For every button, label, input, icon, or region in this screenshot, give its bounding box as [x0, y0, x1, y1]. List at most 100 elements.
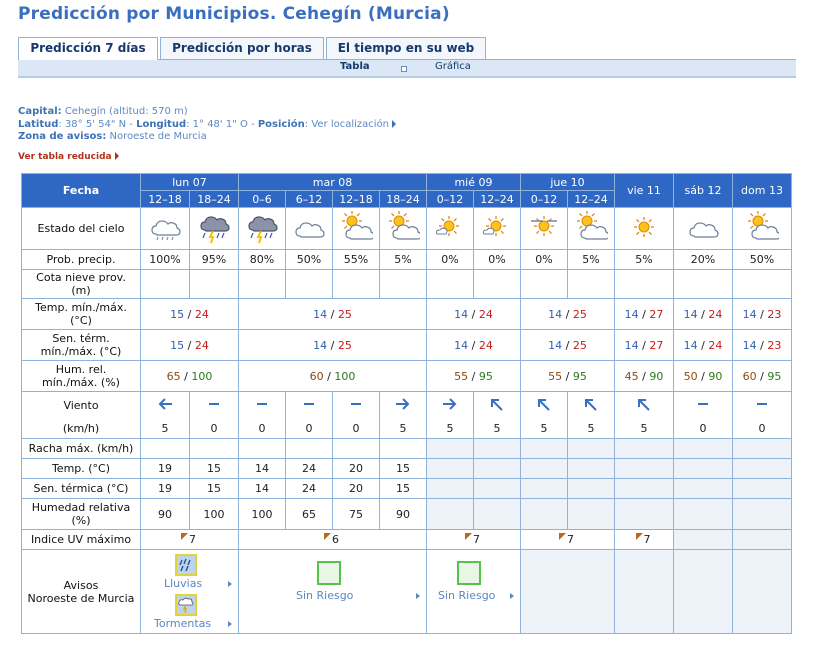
page-title: Predicción por Municipios. Cehegín (Murc… [18, 4, 450, 24]
day-vie-11: vie 11 [614, 173, 674, 208]
day-mar-08: mar 08 [238, 173, 427, 191]
prob-cell: 20% [673, 249, 733, 270]
sen_h-cell: 19 [140, 478, 190, 499]
row-label-cota: Cota nieve prov. (m) [21, 269, 141, 299]
wind-speed-cell: 0 [332, 418, 380, 439]
period: 12–24 [567, 190, 615, 208]
subnav-grafica[interactable]: Gráfica [435, 61, 471, 72]
temp-label-1: Temp. mín./máx. [35, 301, 127, 314]
period: 12–24 [473, 190, 521, 208]
temp-min: 14 [624, 307, 639, 321]
hum-cell: 55 / 95 [520, 360, 615, 392]
wind-cell [673, 391, 733, 419]
temp-max: 25 [572, 307, 587, 321]
calm-icon [698, 402, 708, 405]
hum-max: 90 [649, 369, 664, 383]
sen-min: 14 [624, 338, 639, 352]
no-risk-icon[interactable] [317, 560, 341, 585]
chevron-right-icon[interactable] [510, 592, 514, 599]
no-risk-icon[interactable] [457, 560, 481, 585]
wind-cell [285, 391, 333, 419]
empty-cell [732, 498, 792, 530]
wind-speed-cell: 0 [189, 418, 239, 439]
period: 18–24 [189, 190, 239, 208]
temp-label-2: (°C) [70, 314, 92, 327]
empty-cell [426, 478, 474, 499]
forecast-table: Fecha lun 07 mar 08 mié 09 jue 10 vie 11… [21, 173, 792, 634]
hum-cell: 45 / 90 [614, 360, 674, 392]
prob-cell: 0% [520, 249, 568, 270]
aviso-lluvias-label[interactable]: Lluvias [164, 577, 202, 590]
uv-flag-icon [635, 533, 643, 540]
uv-cell: 7 [520, 529, 615, 550]
temp-cell: 14 / 25 [238, 298, 427, 330]
period: 0–12 [426, 190, 474, 208]
sen-cell: 14 / 24 [673, 329, 733, 361]
rain-warning-icon[interactable] [175, 553, 197, 576]
hum-max: 95 [478, 369, 493, 383]
tab-prediccion-por-horas[interactable]: Predicción por horas [160, 37, 324, 59]
empty-cell [426, 458, 474, 479]
row-label-temp-h: Temp. (°C) [21, 458, 141, 479]
wind-cell [238, 391, 286, 419]
tab-bar: Predicción 7 días Predicción por horas E… [18, 37, 796, 60]
empty-cell [567, 478, 615, 499]
row-label-kmh: (km/h) [21, 418, 141, 439]
partly-cloudy-icon [341, 210, 375, 240]
period: 18–24 [379, 190, 427, 208]
hum-min: 50 [683, 369, 698, 383]
wind-cell [332, 391, 380, 419]
sun-cloud-icon [435, 215, 460, 237]
sen-cell: 14 / 24 [426, 329, 521, 361]
chevron-right-icon[interactable] [228, 620, 232, 627]
aviso-mie: Sin Riesgo [426, 549, 521, 634]
hum-cell: 60 / 95 [732, 360, 792, 392]
storm-warning-icon[interactable] [175, 593, 197, 616]
uv-flag-icon [324, 533, 331, 540]
sen-cell: 14 / 25 [520, 329, 615, 361]
hum-h-label-2: (%) [71, 514, 91, 527]
temp_h-cell: 15 [379, 458, 427, 479]
period: 12–18 [140, 190, 190, 208]
sky-cell [332, 207, 380, 250]
sky-cell [520, 207, 568, 250]
cloudy-icon [689, 222, 719, 238]
ver-tabla-reducida-link[interactable]: Ver tabla reducida [18, 152, 119, 162]
subnav-tabla[interactable]: Tabla [340, 61, 370, 72]
avisos-label-2: Noroeste de Murcia [27, 591, 135, 605]
ver-localizacion-link[interactable]: : Ver localización [305, 119, 389, 130]
wind-speed-cell: 0 [238, 418, 286, 439]
temp_h-cell: 19 [140, 458, 190, 479]
temp-min: 14 [742, 307, 757, 321]
sen-max: 24 [194, 338, 209, 352]
wind-cell [567, 391, 615, 419]
arrow-northwest-icon [538, 398, 550, 411]
empty-cell [567, 458, 615, 479]
sky-cell [426, 207, 474, 250]
temp-max: 24 [708, 307, 723, 321]
tab-el-tiempo-en-su-web[interactable]: El tiempo en su web [326, 37, 486, 59]
sky-cell [238, 207, 286, 250]
wind-speed-cell: 5 [614, 418, 674, 439]
tab-prediccion-7-dias[interactable]: Predicción 7 días [18, 37, 158, 60]
uv-flag-icon [559, 533, 566, 540]
aviso-sin-riesgo-label[interactable]: Sin Riesgo [438, 589, 495, 602]
calm-icon [304, 402, 314, 405]
uv-value: 6 [332, 533, 339, 546]
subnav-separator [401, 66, 407, 72]
cota-label-1: Cota nieve prov. [36, 271, 126, 284]
chevron-right-icon[interactable] [228, 580, 232, 587]
lat-value: : 38° 5' 54" N - [58, 119, 133, 130]
hum-label-2: mín./máx. (%) [42, 376, 120, 389]
temp-cell: 14 / 24 [673, 298, 733, 330]
hum-max: 95 [767, 369, 782, 383]
hum-cell: 50 / 90 [673, 360, 733, 392]
aviso-tormentas-label[interactable]: Tormentas [154, 617, 211, 630]
partly-cloudy-icon [388, 210, 422, 240]
temp-min: 14 [313, 307, 328, 321]
sen-max: 25 [337, 338, 352, 352]
empty-cell [473, 478, 521, 499]
subnav-bar: Tabla Gráfica [18, 60, 796, 78]
chevron-right-icon[interactable] [416, 592, 420, 599]
aviso-sin-riesgo-label[interactable]: Sin Riesgo [296, 589, 353, 602]
